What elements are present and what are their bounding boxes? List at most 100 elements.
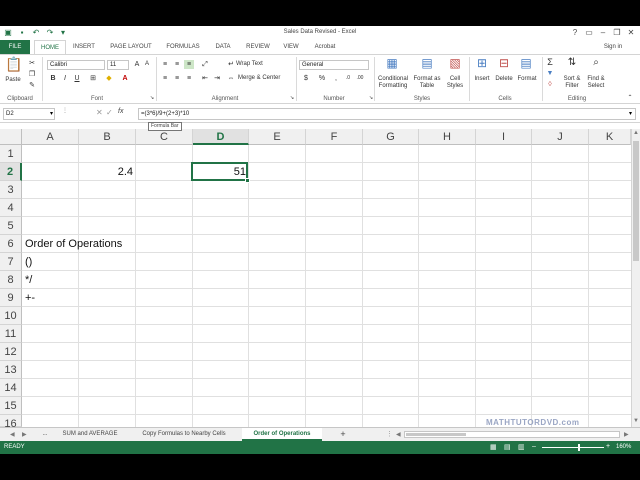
- conditional-formatting-icon[interactable]: ▦: [384, 57, 400, 69]
- row-header-9[interactable]: 9: [0, 289, 22, 307]
- formula-input[interactable]: =(3*6)/9+(2+3)*10: [138, 108, 636, 120]
- close-icon[interactable]: ✕: [624, 27, 638, 39]
- font-size-select[interactable]: 11: [107, 60, 129, 70]
- tab-file[interactable]: FILE: [0, 40, 30, 54]
- format-as-table-icon[interactable]: ▤: [419, 57, 435, 69]
- tab-data[interactable]: DATA: [208, 40, 238, 54]
- ribbon-display-icon[interactable]: ▭: [582, 27, 596, 39]
- currency-button[interactable]: $: [301, 74, 311, 83]
- align-left-icon[interactable]: ≡: [160, 74, 170, 83]
- align-right-icon[interactable]: ≡: [184, 74, 194, 83]
- enter-icon[interactable]: ✓: [106, 108, 113, 117]
- fill-color-icon[interactable]: ◆: [104, 74, 114, 83]
- sign-in-link[interactable]: Sign in: [596, 40, 630, 54]
- scroll-thumb[interactable]: [633, 141, 639, 261]
- cell-styles-icon[interactable]: ▧: [447, 57, 463, 69]
- format-cells-button[interactable]: Format: [514, 76, 540, 83]
- fill-icon[interactable]: ▼: [545, 69, 555, 78]
- hscroll-right-icon[interactable]: ▶: [624, 431, 629, 438]
- sort-filter-icon[interactable]: ⇅: [565, 58, 579, 68]
- copy-icon[interactable]: ❐: [27, 70, 37, 79]
- row-header-12[interactable]: 12: [0, 343, 22, 361]
- cell-a9[interactable]: +-: [25, 289, 75, 307]
- cut-icon[interactable]: ✂: [27, 59, 37, 68]
- column-header-e[interactable]: E: [249, 129, 306, 145]
- horizontal-scrollbar[interactable]: [404, 431, 620, 438]
- column-header-a[interactable]: A: [22, 129, 79, 145]
- comma-button[interactable]: ,: [331, 74, 341, 83]
- name-box[interactable]: D2: [3, 108, 55, 120]
- borders-icon[interactable]: ⊞: [88, 74, 98, 83]
- decrease-font-icon[interactable]: A: [142, 60, 152, 69]
- cell-a7[interactable]: (): [25, 253, 75, 271]
- tab-review[interactable]: REVIEW: [240, 40, 276, 54]
- minimize-icon[interactable]: –: [596, 27, 610, 39]
- zoom-slider[interactable]: [542, 444, 604, 451]
- align-top-icon[interactable]: ≡: [160, 60, 170, 69]
- align-bottom-icon[interactable]: ≡: [184, 60, 194, 69]
- zoom-out-icon[interactable]: –: [532, 443, 536, 450]
- hscroll-left-icon[interactable]: ◀: [396, 431, 401, 438]
- cell-b2[interactable]: 2.4: [79, 163, 136, 181]
- cell-styles-button-line2[interactable]: Styles: [444, 83, 466, 90]
- row-header-6[interactable]: 6: [0, 235, 22, 253]
- page-layout-view-icon[interactable]: ▤: [504, 443, 511, 451]
- fill-handle[interactable]: [245, 178, 250, 183]
- cell-styles-button-line1[interactable]: Cell: [444, 76, 466, 83]
- page-break-view-icon[interactable]: ▥: [518, 443, 525, 451]
- wrap-text-icon[interactable]: ↵: [226, 60, 236, 69]
- format-cells-icon[interactable]: ▤: [518, 57, 534, 69]
- row-header-1[interactable]: 1: [0, 145, 22, 163]
- sort-filter-button-line1[interactable]: Sort &: [559, 76, 585, 83]
- merge-center-button[interactable]: Merge & Center: [238, 75, 288, 82]
- tab-home[interactable]: HOME: [34, 40, 66, 54]
- tab-split-icon[interactable]: ⋮: [386, 430, 393, 438]
- column-header-j[interactable]: J: [532, 129, 589, 145]
- row-header-8[interactable]: 8: [0, 271, 22, 289]
- column-header-d[interactable]: D: [193, 129, 249, 145]
- align-middle-icon[interactable]: ≡: [172, 60, 182, 69]
- tab-insert[interactable]: INSERT: [68, 40, 100, 54]
- normal-view-icon[interactable]: ▦: [490, 443, 497, 451]
- zoom-in-icon[interactable]: +: [606, 443, 610, 450]
- format-as-table-button-line1[interactable]: Format as: [412, 76, 442, 83]
- align-center-icon[interactable]: ≡: [172, 74, 182, 83]
- sheet-tab-sum-and-average[interactable]: SUM and AVERAGE: [56, 428, 124, 441]
- row-header-2[interactable]: 2: [0, 163, 22, 181]
- cell-a8[interactable]: */: [25, 271, 75, 289]
- sort-filter-button-line2[interactable]: Filter: [559, 83, 585, 90]
- clear-icon[interactable]: ◊: [545, 80, 555, 89]
- increase-decimal-icon[interactable]: .0: [343, 74, 353, 83]
- column-header-b[interactable]: B: [79, 129, 136, 145]
- format-painter-icon[interactable]: ✎: [27, 81, 37, 90]
- name-box-dropdown-icon[interactable]: ▾: [50, 110, 53, 117]
- scroll-sheets-left-icon[interactable]: ◀: [10, 431, 15, 438]
- row-header-4[interactable]: 4: [0, 199, 22, 217]
- tab-page-layout[interactable]: PAGE LAYOUT: [104, 40, 158, 54]
- paste-icon[interactable]: 📋: [5, 57, 22, 71]
- help-icon[interactable]: ?: [568, 27, 582, 39]
- row-header-11[interactable]: 11: [0, 325, 22, 343]
- row-header-10[interactable]: 10: [0, 307, 22, 325]
- conditional-formatting-button-line1[interactable]: Conditional: [375, 76, 411, 83]
- row-header-15[interactable]: 15: [0, 397, 22, 415]
- format-as-table-button-line2[interactable]: Table: [412, 83, 442, 90]
- percent-button[interactable]: %: [317, 74, 327, 83]
- italic-button[interactable]: I: [60, 74, 70, 83]
- tab-formulas[interactable]: FORMULAS: [160, 40, 206, 54]
- collapse-ribbon-icon[interactable]: ⌃: [625, 94, 635, 103]
- expand-formula-bar-icon[interactable]: ▾: [629, 110, 632, 117]
- new-sheet-button[interactable]: +: [336, 428, 350, 441]
- bold-button[interactable]: B: [48, 74, 58, 83]
- orientation-icon[interactable]: ⤢: [200, 60, 210, 69]
- tab-view[interactable]: VIEW: [278, 40, 304, 54]
- zoom-slider-thumb[interactable]: [578, 444, 580, 451]
- row-header-5[interactable]: 5: [0, 217, 22, 235]
- scroll-up-icon[interactable]: ▲: [633, 130, 639, 136]
- find-select-icon[interactable]: ⌕: [589, 58, 603, 68]
- column-header-g[interactable]: G: [363, 129, 419, 145]
- cancel-icon[interactable]: ✕: [96, 108, 103, 117]
- column-header-i[interactable]: I: [476, 129, 532, 145]
- cell-a6[interactable]: Order of Operations: [25, 235, 185, 253]
- wrap-text-button[interactable]: Wrap Text: [236, 61, 270, 68]
